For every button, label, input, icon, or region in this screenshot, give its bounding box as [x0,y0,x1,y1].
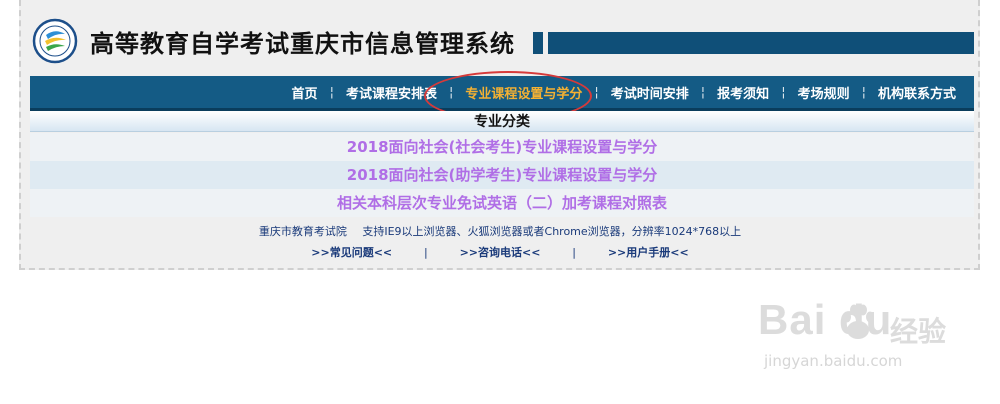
section-header: 专业分类 [30,111,974,132]
link-social-candidates[interactable]: 2018面向社会(社会考生)专业课程设置与学分 [30,133,974,161]
baidu-jingyan-watermark: Bai du 经验 jingyan.baidu.com [758,296,948,386]
footer-browser-note: 支持IE9以上浏览器、火狐浏览器或者Chrome浏览器，分辨率1024*768以… [362,225,742,238]
nav-exam-course-schedule[interactable]: 考试课程安排表 [334,83,449,102]
faq-link[interactable]: >>常见问题<< [311,246,392,259]
watermark-url: jingyan.baidu.com [764,352,903,370]
nav-major-course-credits[interactable]: 专业课程设置与学分 [453,83,594,102]
nav-exam-time-schedule[interactable]: 考试时间安排 [599,83,701,102]
site-header: 高等教育自学考试重庆市信息管理系统 [30,14,974,70]
nav-registration-notice[interactable]: 报考须知 [705,83,781,102]
nav-separator: ¦ [329,84,334,100]
paw-icon [843,304,874,339]
footer-org: 重庆市教育考试院 [258,225,347,238]
hotline-link[interactable]: >>咨询电话<< [460,246,541,259]
footer-separator: | [424,246,428,259]
watermark-cn: 经验 [890,315,947,348]
footer-separator: | [572,246,576,259]
nav-separator: ¦ [594,84,599,100]
nav-separator: ¦ [448,84,454,100]
user-manual-link[interactable]: >>用户手册<< [608,246,689,259]
title-accent-bar [548,32,974,54]
main-nav: 首页 ¦ 考试课程安排表 ¦ 专业课程设置与学分 ¦ 考试时间安排 ¦ 报考须知… [30,76,974,111]
nav-separator: ¦ [700,84,706,100]
footer-links: >>常见问题<< | >>咨询电话<< | >>用户手册<< [0,244,1000,260]
logo-icon [32,18,78,64]
major-link-list: 2018面向社会(社会考生)专业课程设置与学分 2018面向社会(助学考生)专业… [30,133,974,217]
nav-separator: ¦ [781,84,786,100]
nav-home[interactable]: 首页 [280,83,330,102]
nav-exam-room-rules[interactable]: 考场规则 [786,83,862,102]
section-title: 专业分类 [474,114,530,130]
footer-info: 重庆市教育考试院 支持IE9以上浏览器、火狐浏览器或者Chrome浏览器，分辨率… [0,223,1000,239]
title-accent-mark [533,32,543,54]
link-assisted-candidates[interactable]: 2018面向社会(助学考生)专业课程设置与学分 [30,161,974,189]
site-title: 高等教育自学考试重庆市信息管理系统 [90,30,515,58]
nav-separator: ¦ [861,84,866,100]
link-english-exemption-table[interactable]: 相关本科层次专业免试英语（二）加考课程对照表 [30,189,974,217]
nav-contact[interactable]: 机构联系方式 [866,83,968,102]
